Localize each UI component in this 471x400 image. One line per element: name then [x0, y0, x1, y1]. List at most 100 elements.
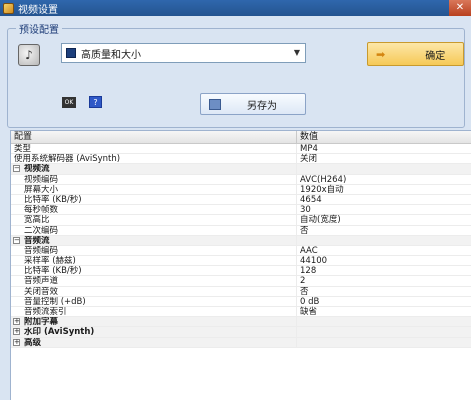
- property-row[interactable]: 每秒帧数 30: [11, 205, 471, 216]
- property-row[interactable]: 音频编码 AAC: [11, 245, 471, 257]
- save-as-button-label: 另存为: [247, 100, 277, 112]
- property-value[interactable]: AAC: [297, 246, 318, 256]
- preset-profile-icon: ♪: [18, 44, 40, 66]
- property-name: 类型: [11, 144, 297, 154]
- property-value[interactable]: 4654: [297, 195, 322, 205]
- property-name: 音量控制 (+dB): [11, 296, 297, 306]
- property-name: + 高级: [11, 337, 297, 347]
- title-bar: 视频设置 ✕: [0, 0, 471, 16]
- property-row[interactable]: 使用系统解码器 (AviSynth) 关闭: [11, 154, 471, 165]
- property-value[interactable]: MP4: [297, 144, 318, 154]
- expand-icon[interactable]: +: [13, 338, 20, 346]
- app-icon: [3, 2, 14, 14]
- property-label: 采样率 (赫兹): [24, 256, 76, 266]
- property-name: 视频编码: [11, 174, 297, 184]
- property-grid: 配置 数值 类型 MP4 使用系统解码器 (AviSynth) 关闭 − 视频流 视频编码 A…: [10, 130, 471, 400]
- category-row[interactable]: + 高级: [11, 337, 471, 348]
- property-label: 视频编码: [24, 174, 59, 184]
- property-name: + 水印 (AviSynth): [11, 327, 297, 337]
- property-label: 音频声道: [24, 276, 59, 286]
- property-row[interactable]: 二次编码 否: [11, 225, 471, 236]
- property-label: 屏幕大小: [24, 184, 59, 194]
- save-as-button[interactable]: 另存为: [200, 93, 306, 115]
- property-value[interactable]: 44100: [297, 256, 327, 266]
- property-value[interactable]: 128: [297, 266, 316, 276]
- property-row[interactable]: 比特率 (KB/秒) 4654: [11, 194, 471, 206]
- property-row[interactable]: 音频声道 2: [11, 276, 471, 287]
- category-row[interactable]: + 附加字幕: [11, 317, 471, 328]
- property-name: 采样率 (赫兹): [11, 256, 297, 266]
- property-name: 屏幕大小: [11, 184, 297, 194]
- property-label: 音频编码: [24, 245, 59, 256]
- property-grid-header: 配置 数值: [11, 131, 471, 144]
- property-name: 比特率 (KB/秒): [11, 194, 297, 205]
- collapse-icon[interactable]: −: [13, 165, 20, 173]
- preset-group-title: 预设配置: [16, 21, 62, 36]
- property-value[interactable]: 否: [297, 226, 309, 236]
- property-value[interactable]: 缺省: [297, 307, 317, 317]
- column-header-name[interactable]: 配置: [11, 131, 297, 143]
- property-label: 音频流索引: [24, 307, 67, 317]
- preset-format-icon: [66, 48, 76, 58]
- property-name: − 音频流: [11, 235, 297, 245]
- property-label: 二次编码: [24, 225, 59, 235]
- console-icon[interactable]: OK: [62, 97, 76, 108]
- property-value: [297, 164, 300, 173]
- property-label: 高级: [24, 337, 42, 347]
- property-row[interactable]: 类型 MP4: [11, 144, 471, 155]
- collapse-icon[interactable]: −: [13, 236, 20, 244]
- property-value: [297, 317, 300, 326]
- category-row[interactable]: − 音频流: [11, 235, 471, 246]
- category-row[interactable]: − 视频流: [11, 164, 471, 175]
- property-row[interactable]: 音量控制 (+dB) 0 dB: [11, 296, 471, 307]
- property-label: 宽高比: [24, 215, 50, 225]
- property-value[interactable]: 否: [297, 287, 309, 297]
- window-title: 视频设置: [18, 4, 58, 16]
- property-row[interactable]: 关闭音效 否: [11, 286, 471, 297]
- property-row[interactable]: 视频编码 AVC(H264): [11, 174, 471, 185]
- category-row[interactable]: + 水印 (AviSynth): [11, 327, 471, 338]
- property-name: 音频编码: [11, 245, 297, 256]
- preset-dropdown-value: 高质量和大小: [81, 49, 141, 61]
- property-name: 使用系统解码器 (AviSynth): [11, 154, 297, 164]
- expand-icon[interactable]: +: [13, 328, 20, 336]
- property-label: 每秒帧数: [24, 205, 59, 215]
- property-label: 类型: [14, 144, 32, 154]
- property-value: [297, 236, 300, 245]
- property-name: 宽高比: [11, 215, 297, 225]
- property-row[interactable]: 音频流索引 缺省: [11, 307, 471, 318]
- close-button[interactable]: ✕: [449, 0, 471, 16]
- save-icon: [209, 98, 221, 110]
- property-value[interactable]: 2: [297, 276, 305, 286]
- expand-icon[interactable]: +: [13, 318, 20, 326]
- property-value[interactable]: 0 dB: [297, 297, 319, 307]
- chevron-down-icon[interactable]: ▼: [289, 44, 305, 62]
- property-name: + 附加字幕: [11, 317, 297, 327]
- property-value[interactable]: 30: [297, 205, 311, 215]
- property-label: 音频流: [24, 235, 50, 245]
- property-value[interactable]: 1920x自动: [297, 185, 344, 195]
- property-value[interactable]: 自动(宽度): [297, 215, 341, 225]
- property-value[interactable]: AVC(H264): [297, 175, 346, 185]
- property-name: 二次编码: [11, 225, 297, 235]
- column-header-value[interactable]: 数值: [297, 131, 318, 143]
- property-label: 比特率 (KB/秒): [24, 194, 82, 205]
- property-label: 比特率 (KB/秒): [24, 266, 82, 276]
- property-name: 关闭音效: [11, 286, 297, 296]
- property-value[interactable]: 关闭: [297, 154, 317, 164]
- help-icon[interactable]: ?: [89, 96, 102, 108]
- preset-dropdown[interactable]: 高质量和大小 ▼: [61, 43, 306, 63]
- property-row[interactable]: 屏幕大小 1920x自动: [11, 184, 471, 195]
- ok-button[interactable]: ➡ 确定: [367, 42, 464, 66]
- property-label: 附加字幕: [24, 317, 59, 327]
- property-label: 视频流: [24, 164, 50, 174]
- property-label: 音量控制 (+dB): [24, 296, 86, 306]
- property-name: 每秒帧数: [11, 205, 297, 215]
- property-name: − 视频流: [11, 164, 297, 174]
- property-row[interactable]: 宽高比 自动(宽度): [11, 215, 471, 226]
- property-row[interactable]: 采样率 (赫兹) 44100: [11, 256, 471, 267]
- property-label: 关闭音效: [24, 286, 59, 296]
- property-row[interactable]: 比特率 (KB/秒) 128: [11, 266, 471, 277]
- property-rows: 类型 MP4 使用系统解码器 (AviSynth) 关闭 − 视频流 视频编码 AVC(H26…: [11, 144, 471, 348]
- dialog-body: 预设配置 ♪ 高质量和大小 ▼ ➡ 确定 OK ? 另存为 配置 数值 类型 MP…: [0, 16, 471, 400]
